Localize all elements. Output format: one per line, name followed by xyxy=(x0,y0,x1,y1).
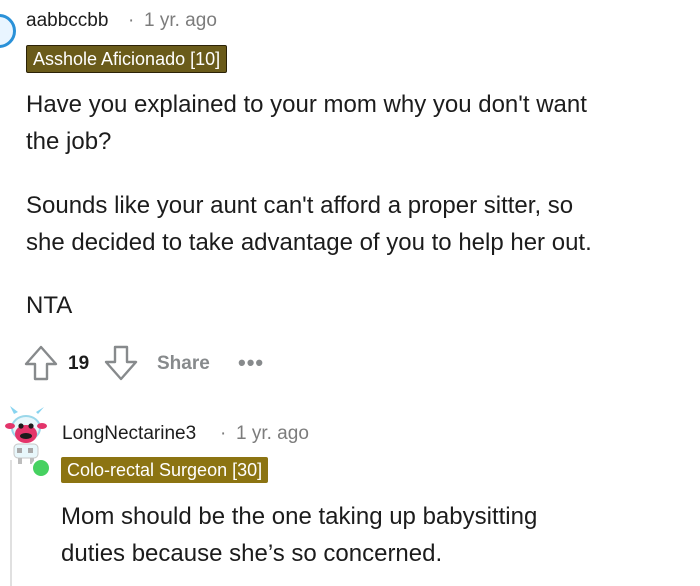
comment-timestamp[interactable]: 1 yr. ago xyxy=(144,10,217,32)
user-flair: Colo-rectal Surgeon [30] xyxy=(61,457,269,483)
more-options-button[interactable]: ••• xyxy=(238,350,264,376)
user-avatar[interactable] xyxy=(4,404,50,464)
meta-separator: · xyxy=(220,423,227,444)
comment-line: Sounds like your aunt can't afford a pro… xyxy=(26,192,574,219)
comment-line: duties because she’s so concerned. xyxy=(61,540,443,567)
vote-count: 19 xyxy=(68,353,90,374)
comment-line: she decided to take advantage of you to … xyxy=(26,229,592,256)
comment-line: Mom should be the one taking up babysitt… xyxy=(61,503,538,530)
comment-line: the job? xyxy=(26,128,112,155)
comment-line: Have you explained to your mom why you d… xyxy=(26,91,587,118)
comment-author[interactable]: LongNectarine3 xyxy=(62,423,196,445)
share-button[interactable]: Share xyxy=(157,353,210,375)
meta-separator: · xyxy=(128,10,135,31)
upvote-arrow-icon[interactable] xyxy=(24,345,58,381)
comment-author[interactable]: aabbccbb xyxy=(26,10,108,32)
downvote-arrow-icon[interactable] xyxy=(104,345,138,381)
user-avatar[interactable] xyxy=(0,14,16,48)
thread-line[interactable] xyxy=(10,460,12,586)
comment-line: NTA xyxy=(26,292,73,319)
user-flair: Asshole Aficionado [10] xyxy=(26,45,228,73)
comment-timestamp[interactable]: 1 yr. ago xyxy=(236,423,309,445)
online-status-icon xyxy=(31,458,51,478)
